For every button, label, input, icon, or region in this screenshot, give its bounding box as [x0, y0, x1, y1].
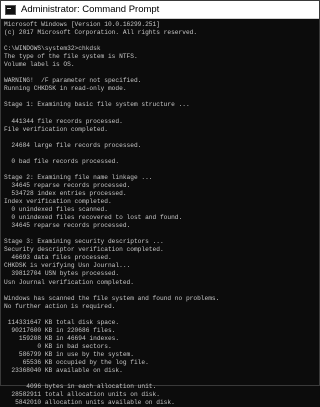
console-line: Running CHKDSK in read-only mode. — [4, 85, 127, 93]
console-line: 441344 file records processed. — [4, 117, 123, 125]
console-line: No further action is required. — [4, 302, 116, 310]
console-line: Stage 2: Examining file name linkage ... — [4, 173, 153, 181]
cmd-icon — [5, 4, 16, 15]
console-line: 159208 KB in 46694 indexes. — [4, 334, 120, 342]
console-line: CHKDSK is verifying Usn Journal... — [4, 262, 131, 270]
command-prompt-window: Administrator: Command Prompt Microsoft … — [0, 0, 320, 406]
console-line: Usn Journal verification completed. — [4, 278, 134, 286]
console-line: 39812704 USN bytes processed. — [4, 270, 120, 278]
console-line: Security descriptor verification complet… — [4, 246, 164, 254]
console-line: C:\WINDOWS\system32>chkdsk — [4, 45, 101, 53]
console-line: 28582911 total allocation units on disk. — [4, 391, 160, 399]
console-line: (c) 2017 Microsoft Corporation. All righ… — [4, 29, 198, 37]
console-output[interactable]: Microsoft Windows [Version 10.0.16299.25… — [1, 19, 319, 407]
console-line: 5842010 allocation units available on di… — [4, 399, 175, 407]
console-line: File verification completed. — [4, 125, 108, 133]
console-line: 23368040 KB available on disk. — [4, 367, 123, 375]
console-line: 0 unindexed files scanned. — [4, 206, 108, 214]
console-line: 34645 reparse records processed. — [4, 181, 131, 189]
console-line: Windows has scanned the file system and … — [4, 294, 220, 302]
console-line: WARNING! /F parameter not specified. — [4, 77, 142, 85]
console-line: 90217600 KB in 220686 files. — [4, 326, 116, 334]
window-title: Administrator: Command Prompt — [21, 4, 160, 15]
console-line: 534728 index entries processed. — [4, 189, 127, 197]
console-line: Stage 3: Examining security descriptors … — [4, 238, 164, 246]
console-line: Volume label is OS. — [4, 61, 75, 69]
console-line: 46693 data files processed. — [4, 254, 112, 262]
console-line: 65536 KB occupied by the log file. — [4, 358, 149, 366]
console-line: Stage 1: Examining basic file system str… — [4, 101, 190, 109]
console-line: 114331647 KB total disk space. — [4, 318, 120, 326]
console-line: 24684 large file records processed. — [4, 141, 142, 149]
console-line: 34645 reparse records processed. — [4, 222, 131, 230]
console-line: Microsoft Windows [Version 10.0.16299.25… — [4, 21, 160, 28]
console-line: 0 bad file records processed. — [4, 157, 120, 165]
console-line: The type of the file system is NTFS. — [4, 53, 138, 61]
console-line: 586799 KB in use by the system. — [4, 350, 134, 358]
console-line: 0 KB in bad sectors. — [4, 342, 112, 350]
console-line: 0 unindexed files recovered to lost and … — [4, 214, 183, 222]
title-bar[interactable]: Administrator: Command Prompt — [1, 1, 319, 19]
console-line: 4096 bytes in each allocation unit. — [4, 383, 157, 391]
console-line: Index verification completed. — [4, 198, 112, 206]
